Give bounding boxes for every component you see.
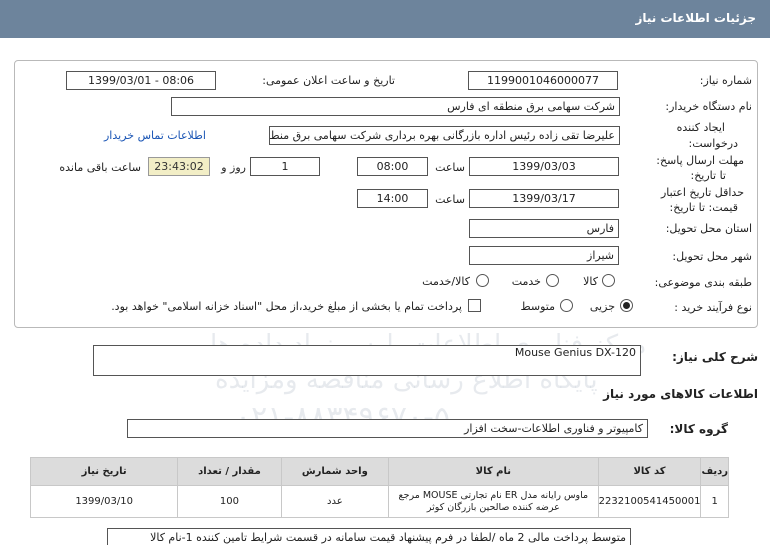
remaining-days-field: 1 <box>250 157 320 176</box>
province-label: استان محل تحویل: <box>665 222 752 235</box>
cell-qty: 100 <box>177 485 282 518</box>
col-header-date: تاریخ نیاز <box>29 457 179 486</box>
description-value: Mouse Genius DX-120 <box>514 346 636 359</box>
description-field: Mouse Genius DX-120 <box>93 345 641 376</box>
reply-deadline-label-1: مهلت ارسال پاسخ: <box>656 154 744 167</box>
remaining-timer: 23:43:02 <box>148 157 210 176</box>
process-option-minor: جزیی <box>589 300 615 313</box>
col-header-row: ردیف <box>700 457 729 486</box>
remaining-label: ساعت باقی مانده <box>59 161 141 174</box>
treasury-payment-checkbox[interactable] <box>468 299 481 312</box>
cell-unit: عدد <box>280 485 390 518</box>
table-row[interactable]: 1 2232100541450001 ماوس رایانه مدل ER نا… <box>29 485 729 518</box>
city-field: شیراز <box>469 246 619 265</box>
cell-code: 2232100541450001 <box>597 485 702 518</box>
validity-time-field: 14:00 <box>357 189 428 208</box>
province-field: فارس <box>469 219 619 238</box>
reply-date-field: 1399/03/03 <box>469 157 619 176</box>
cell-date: 1399/03/10 <box>29 485 179 518</box>
city-label: شهر محل تحویل: <box>672 250 752 263</box>
creator-label-2: درخواست: <box>688 137 738 150</box>
buyer-org-field: شرکت سهامی برق منطقه ای فارس <box>171 97 620 116</box>
days-label: روز و <box>221 161 246 174</box>
reply-deadline-label-2: تا تاریخ: <box>690 169 726 182</box>
need-number-field: 1199001046000077 <box>468 71 618 90</box>
category-radio-goods[interactable] <box>602 274 615 287</box>
reply-time-field: 08:00 <box>357 157 428 176</box>
validity-time-label: ساعت <box>435 193 465 206</box>
process-radio-minor[interactable] <box>620 299 633 312</box>
announce-field: 1399/03/01 - 08:06 <box>66 71 216 90</box>
cell-row: 1 <box>700 485 729 518</box>
page-header: جزئیات اطلاعات نیاز <box>0 0 770 38</box>
items-table: ردیف کد کالا نام کالا واحد شمارش مقدار /… <box>29 457 729 518</box>
announce-label: تاریخ و ساعت اعلان عمومی: <box>262 74 395 87</box>
reply-time-label: ساعت <box>435 161 465 174</box>
creator-field: علیرضا تقی زاده رئیس اداره بازرگانی بهره… <box>269 126 620 145</box>
goods-group-field: کامپیوتر و فناوری اطلاعات-سخت افزار <box>127 419 648 438</box>
creator-label-1: ایجاد کننده <box>676 121 725 134</box>
table-header-row: ردیف کد کالا نام کالا واحد شمارش مقدار /… <box>29 457 729 486</box>
category-option-goods: کالا <box>583 275 598 288</box>
category-radio-goods-service[interactable] <box>476 274 489 287</box>
col-header-qty: مقدار / تعداد <box>177 457 282 486</box>
category-option-service: خدمت <box>511 275 541 288</box>
cell-name: ماوس رایانه مدل ER نام تجارتی MOUSE مرجع… <box>388 485 599 518</box>
process-radio-medium[interactable] <box>560 299 573 312</box>
category-radio-service[interactable] <box>546 274 559 287</box>
category-label: طبقه بندی موضوعی: <box>654 276 752 289</box>
validity-label-1: حداقل تاریخ اعتبار <box>660 186 744 199</box>
buyer-org-label: نام دستگاه خریدار: <box>665 100 752 113</box>
col-header-code: کد کالا <box>597 457 702 486</box>
description-label: شرح کلی نیاز: <box>672 350 758 364</box>
col-header-unit: واحد شمارش <box>280 457 390 486</box>
goods-group-label: گروه کالا: <box>669 422 728 436</box>
goods-info-heading: اطلاعات کالاهای مورد نیاز <box>603 387 758 401</box>
treasury-payment-note: پرداخت تمام یا بخشی از مبلغ خرید،از محل … <box>111 300 462 313</box>
supplier-conditions-note: متوسط پرداخت مالی 2 ماه /لطفا در فرم پیش… <box>107 528 631 545</box>
validity-label-2: قیمت: تا تاریخ: <box>669 201 738 214</box>
need-number-label: شماره نیاز: <box>699 74 752 87</box>
contact-buyer-link[interactable]: اطلاعات تماس خریدار <box>104 129 206 142</box>
category-option-goods-service: کالا/خدمت <box>422 275 470 288</box>
process-type-label: نوع فرآیند خرید : <box>674 301 752 314</box>
col-header-name: نام کالا <box>388 457 599 486</box>
page-title: جزئیات اطلاعات نیاز <box>635 11 756 25</box>
validity-date-field: 1399/03/17 <box>469 189 619 208</box>
process-option-medium: متوسط <box>520 300 555 313</box>
